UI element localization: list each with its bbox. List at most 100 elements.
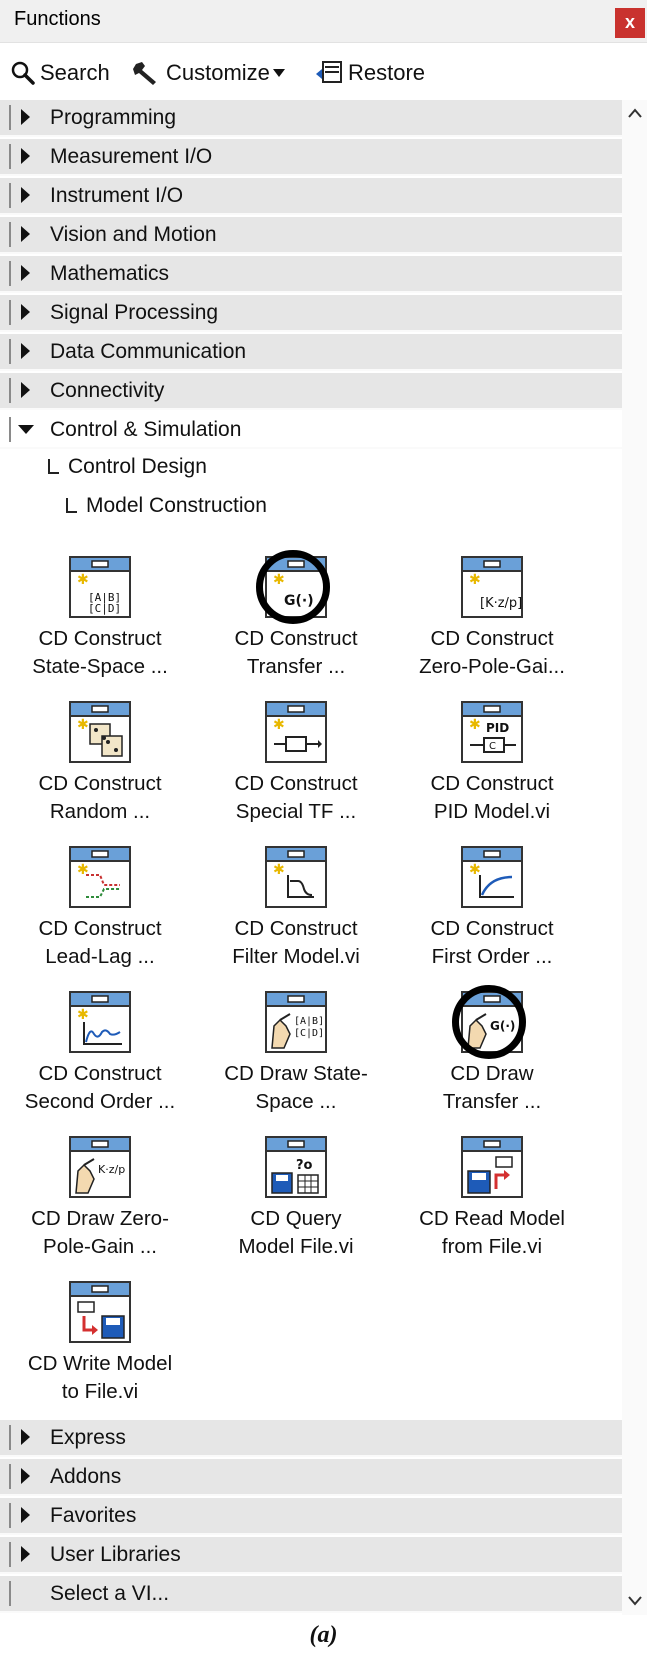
search-button[interactable]: Search <box>10 60 110 86</box>
subcategory-label: Control Design <box>68 455 207 478</box>
vi-label-line1: CD Construct <box>430 917 554 940</box>
expand-icon <box>21 1468 30 1484</box>
vi-label-line1: CD Write Model <box>27 1352 173 1375</box>
svg-text:✱: ✱ <box>77 572 89 588</box>
divider <box>9 417 11 442</box>
category-label: Vision and Motion <box>50 223 217 246</box>
category-measurement-io[interactable]: Measurement I/O <box>0 139 622 176</box>
category-label: User Libraries <box>50 1543 181 1566</box>
highlight-circle <box>256 550 330 624</box>
vi-label-line1: CD Construct <box>38 627 162 650</box>
category-connectivity[interactable]: Connectivity <box>0 373 622 410</box>
expand-icon <box>21 265 30 281</box>
vi-query-model-file[interactable]: ?o CD Query Model File.vi <box>198 1135 394 1261</box>
title-bar: Functions x <box>0 0 647 43</box>
category-user-libraries[interactable]: User Libraries <box>0 1537 622 1574</box>
divider <box>9 300 11 325</box>
vi-construct-first-order[interactable]: ✱ CD Construct First Order ... <box>394 845 590 971</box>
category-express[interactable]: Express <box>0 1420 622 1457</box>
category-vision-motion[interactable]: Vision and Motion <box>0 217 622 254</box>
divider <box>9 222 11 247</box>
vi-label-line1: CD Draw <box>450 1062 534 1085</box>
vertical-scrollbar[interactable] <box>622 100 647 1615</box>
svg-text:[K·z/p]: [K·z/p] <box>480 596 522 611</box>
customize-label: Customize <box>166 60 270 85</box>
expand-icon <box>21 382 30 398</box>
draw-state-space-icon: [A|B] [C|D] <box>265 991 327 1053</box>
category-label: Favorites <box>50 1504 137 1527</box>
svg-text:[C|D]: [C|D] <box>88 602 121 615</box>
vi-construct-zpk[interactable]: ✱ [K·z/p] CD Construct Zero-Pole-Gai... <box>394 555 590 681</box>
close-button[interactable]: x <box>615 8 645 38</box>
vi-draw-zpk[interactable]: K·z/p CD Draw Zero- Pole-Gain ... <box>2 1135 198 1261</box>
vi-write-model-file[interactable]: CD Write Model to File.vi <box>2 1280 198 1406</box>
divider <box>9 339 11 364</box>
category-label: Measurement I/O <box>50 145 213 168</box>
select-vi-item[interactable]: Select a VI... <box>0 1576 622 1613</box>
category-mathematics[interactable]: Mathematics <box>0 256 622 293</box>
divider <box>9 144 11 169</box>
svg-text:✱: ✱ <box>273 862 285 878</box>
vi-construct-pid[interactable]: ✱ PID C CD Construct PID Model.vi <box>394 700 590 826</box>
vi-construct-second-order[interactable]: ✱ CD Construct Second Order ... <box>2 990 198 1116</box>
tree-elbow <box>66 498 77 513</box>
category-signal-processing[interactable]: Signal Processing <box>0 295 622 332</box>
vi-construct-special-tf[interactable]: ✱ CD Construct Special TF ... <box>198 700 394 826</box>
vi-label-line2: Second Order ... <box>24 1090 176 1113</box>
vi-read-model-file[interactable]: CD Read Model from File.vi <box>394 1135 590 1261</box>
category-control-simulation[interactable]: Control & Simulation <box>0 412 622 449</box>
subcategory-control-design[interactable]: Control Design <box>48 455 207 479</box>
divider <box>9 183 11 208</box>
vi-construct-filter[interactable]: ✱ CD Construct Filter Model.vi <box>198 845 394 971</box>
expand-icon <box>21 343 30 359</box>
svg-text:?o: ?o <box>296 1158 313 1173</box>
category-label: Select a VI... <box>50 1582 170 1605</box>
figure-caption: (a) <box>309 1622 338 1648</box>
pid-icon: ✱ PID C <box>461 701 523 763</box>
svg-text:✱: ✱ <box>469 862 481 878</box>
vi-label-line2: Transfer ... <box>246 655 346 678</box>
search-icon <box>11 61 35 85</box>
vi-label-line1: CD Construct <box>234 772 358 795</box>
vi-label-line2: Space ... <box>255 1090 337 1113</box>
vi-construct-lead-lag[interactable]: ✱ CD Construct Lead-Lag ... <box>2 845 198 971</box>
vi-label-line1: CD Construct <box>234 627 358 650</box>
vi-label-line1: CD Construct <box>38 917 162 940</box>
category-favorites[interactable]: Favorites <box>0 1498 622 1535</box>
state-space-icon: ✱ [A|B] [C|D] <box>69 556 131 618</box>
category-label: Express <box>50 1426 126 1449</box>
lead-lag-icon: ✱ <box>69 846 131 908</box>
wrench-icon <box>133 62 156 85</box>
expand-icon <box>21 304 30 320</box>
category-addons[interactable]: Addons <box>0 1459 622 1496</box>
vi-label-line1: CD Draw Zero- <box>31 1207 169 1230</box>
restore-button[interactable]: Restore <box>314 60 425 86</box>
chevron-down-icon <box>272 69 285 77</box>
category-label: Addons <box>50 1465 122 1488</box>
expand-icon <box>21 109 30 125</box>
svg-text:✱: ✱ <box>77 1007 89 1023</box>
vi-construct-random[interactable]: ✱ CD Construct Random ... <box>2 700 198 826</box>
vi-label-line2: State-Space ... <box>32 655 168 678</box>
scroll-down-icon[interactable] <box>622 1590 647 1614</box>
vi-label-line2: First Order ... <box>431 945 553 968</box>
expand-icon <box>21 1546 30 1562</box>
category-programming[interactable]: Programming <box>0 100 622 137</box>
vi-label-line1: CD Construct <box>430 772 554 795</box>
scroll-up-icon[interactable] <box>622 102 647 126</box>
divider <box>9 1464 11 1489</box>
dice-icon: ✱ <box>69 701 131 763</box>
vi-label-line2: to File.vi <box>61 1380 139 1403</box>
subcategory-model-construction[interactable]: Model Construction <box>66 494 267 518</box>
category-data-communication[interactable]: Data Communication <box>0 334 622 371</box>
customize-button[interactable]: Customize <box>132 60 290 86</box>
expand-icon <box>21 1507 30 1523</box>
vi-construct-state-space[interactable]: ✱ [A|B] [C|D] CD Construct State-Space .… <box>2 555 198 681</box>
divider <box>9 1425 11 1450</box>
vi-label-line2: Filter Model.vi <box>232 945 360 968</box>
vi-draw-state-space[interactable]: [A|B] [C|D] CD Draw State- Space ... <box>198 990 394 1116</box>
window-title: Functions <box>14 8 101 30</box>
category-instrument-io[interactable]: Instrument I/O <box>0 178 622 215</box>
category-label: Programming <box>50 106 177 129</box>
svg-text:[A|B]: [A|B] <box>294 1016 324 1027</box>
